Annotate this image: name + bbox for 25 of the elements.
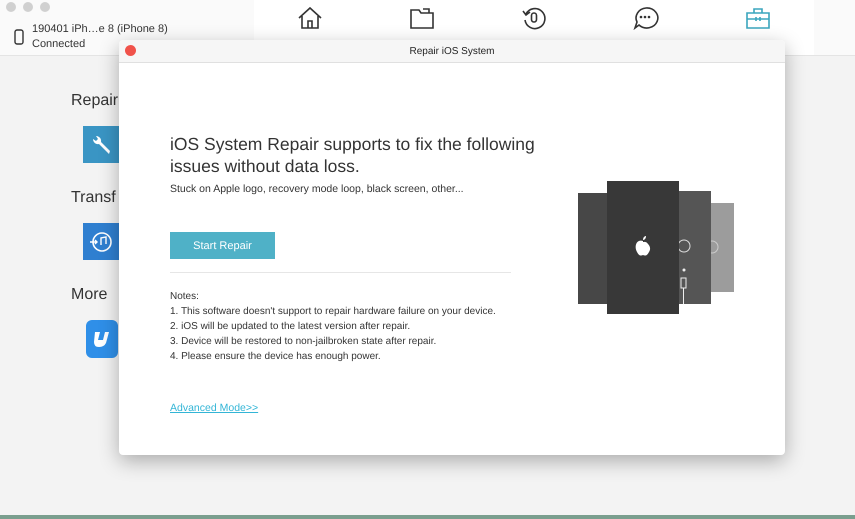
device-name: 190401 iPh…e 8 (iPhone 8)	[32, 23, 168, 35]
note-line: 2. iOS will be updated to the latest version after repair.	[170, 320, 410, 334]
restore-icon	[521, 6, 547, 30]
note-line: 3. Device will be restored to non-jailbroken state after repair.	[170, 335, 436, 349]
close-button[interactable]	[125, 45, 136, 56]
device-status: Connected	[32, 38, 86, 50]
music-transfer-icon[interactable]	[83, 223, 119, 260]
wrench-icon[interactable]	[83, 126, 119, 163]
phone-icon	[14, 28, 24, 44]
dialog-subtitle: Stuck on Apple logo, recovery mode loop, black screen, other...	[170, 183, 464, 195]
app-logo-icon[interactable]	[86, 320, 118, 358]
dialog-heading: iOS System Repair supports to fix the following issues without data loss.	[170, 133, 536, 177]
note-line: 4. Please ensure the device has enough power.	[170, 350, 381, 364]
dialog-title: Repair iOS System	[409, 46, 495, 56]
folder-icon	[409, 6, 435, 30]
section-title: Transf	[71, 189, 116, 207]
start-repair-button[interactable]: Start Repair	[170, 232, 275, 259]
toolbox-icon	[745, 6, 771, 30]
section-title: Repair	[71, 92, 118, 110]
chat-icon	[633, 6, 659, 30]
advanced-mode-link[interactable]: Advanced Mode>>	[170, 402, 258, 414]
notes-title: Notes:	[170, 290, 199, 304]
note-line: 1. This software doesn't support to repair hardware failure on your device.	[170, 305, 496, 319]
section-title: More	[71, 286, 108, 304]
home-icon	[297, 6, 323, 30]
